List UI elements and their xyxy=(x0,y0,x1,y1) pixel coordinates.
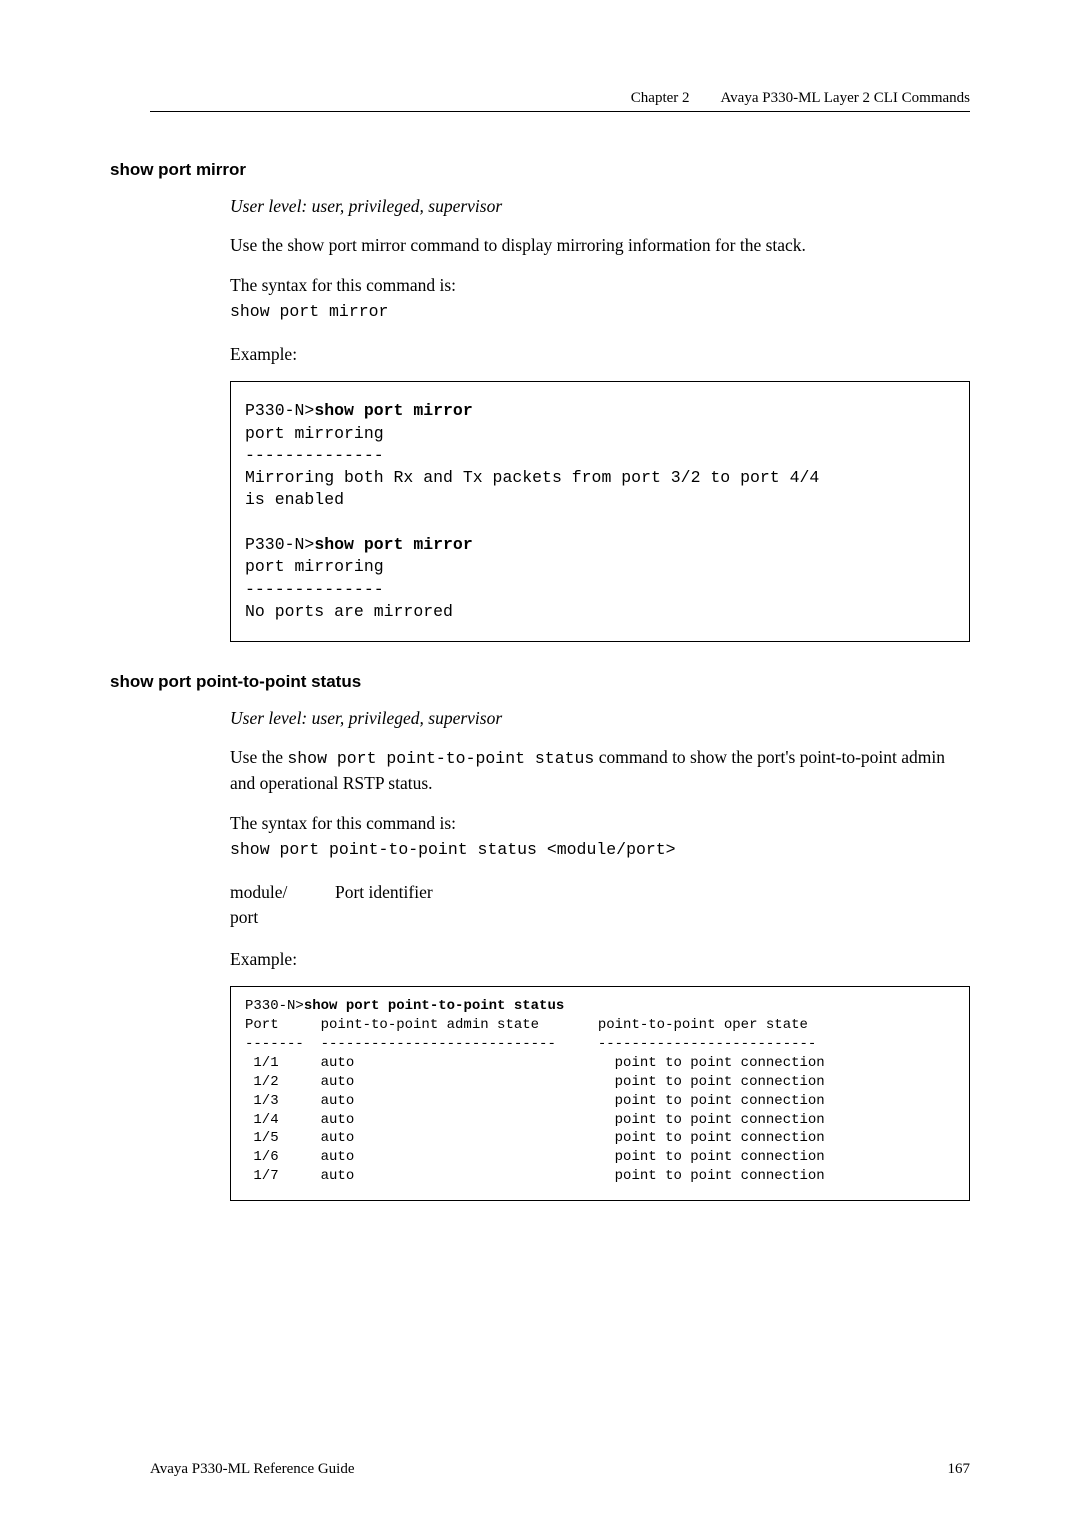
desc-code: show port point-to-point status xyxy=(287,749,594,768)
chapter-title: Avaya P330-ML Layer 2 CLI Commands xyxy=(720,90,970,106)
table-header-line: Port point-to-point admin state point-to… xyxy=(245,1017,808,1033)
def-term-line1: module/ xyxy=(230,880,335,905)
chapter-number: Chapter 2 xyxy=(631,90,690,106)
section2-table: P330-N>show port point-to-point status P… xyxy=(230,986,970,1201)
table-title: show port point-to-point status xyxy=(304,998,564,1014)
section1-body: User level: user, privileged, supervisor… xyxy=(230,194,970,642)
code-line-bold: show port mirror xyxy=(314,535,472,554)
definition-row: module/ port Port identifier xyxy=(230,880,970,931)
def-term-line2: port xyxy=(230,905,335,930)
section1-userlevel: User level: user, privileged, supervisor xyxy=(230,194,970,219)
table-body: 1/1 auto point to point connection 1/2 a… xyxy=(245,1055,825,1184)
section2-syntax-label: The syntax for this command is: xyxy=(230,811,970,836)
section1-example-label: Example: xyxy=(230,342,970,367)
section2-userlevel: User level: user, privileged, supervisor xyxy=(230,706,970,731)
table-prompt: P330-N> xyxy=(245,998,304,1014)
section2-example-label: Example: xyxy=(230,947,970,972)
code-line: -------------- xyxy=(245,446,384,465)
code-line: is enabled xyxy=(245,490,344,509)
page-footer: Avaya P330-ML Reference Guide 167 xyxy=(150,1461,970,1478)
code-line: port mirroring xyxy=(245,557,384,576)
code-line: Mirroring both Rx and Tx packets from po… xyxy=(245,468,819,487)
def-desc: Port identifier xyxy=(335,880,970,931)
code-line: P330-N> xyxy=(245,401,314,420)
section2-body: User level: user, privileged, supervisor… xyxy=(230,706,970,1201)
code-line: P330-N> xyxy=(245,535,314,554)
code-line-bold: show port mirror xyxy=(314,401,472,420)
footer-left: Avaya P330-ML Reference Guide xyxy=(150,1461,355,1478)
code-line: -------------- xyxy=(245,580,384,599)
code-line: port mirroring xyxy=(245,424,384,443)
section1-heading: show port mirror xyxy=(110,160,970,180)
section1-syntax-label: The syntax for this command is: xyxy=(230,273,970,298)
section2-heading: show port point-to-point status xyxy=(110,672,970,692)
code-line: No ports are mirrored xyxy=(245,602,453,621)
section1-codebox: P330-N>show port mirror port mirroring -… xyxy=(230,381,970,642)
section1-syntax-code: show port mirror xyxy=(230,300,970,324)
section1-desc: Use the show port mirror command to disp… xyxy=(230,233,970,258)
desc-pre: Use the xyxy=(230,747,287,767)
chapter-header: Chapter 2 Avaya P330-ML Layer 2 CLI Comm… xyxy=(150,90,970,112)
footer-right: 167 xyxy=(948,1461,971,1478)
table-dash-line: ------- ---------------------------- ---… xyxy=(245,1036,816,1052)
def-term: module/ port xyxy=(230,880,335,931)
section2-desc: Use the show port point-to-point status … xyxy=(230,745,970,796)
section2-syntax-code: show port point-to-point status <module/… xyxy=(230,838,970,862)
